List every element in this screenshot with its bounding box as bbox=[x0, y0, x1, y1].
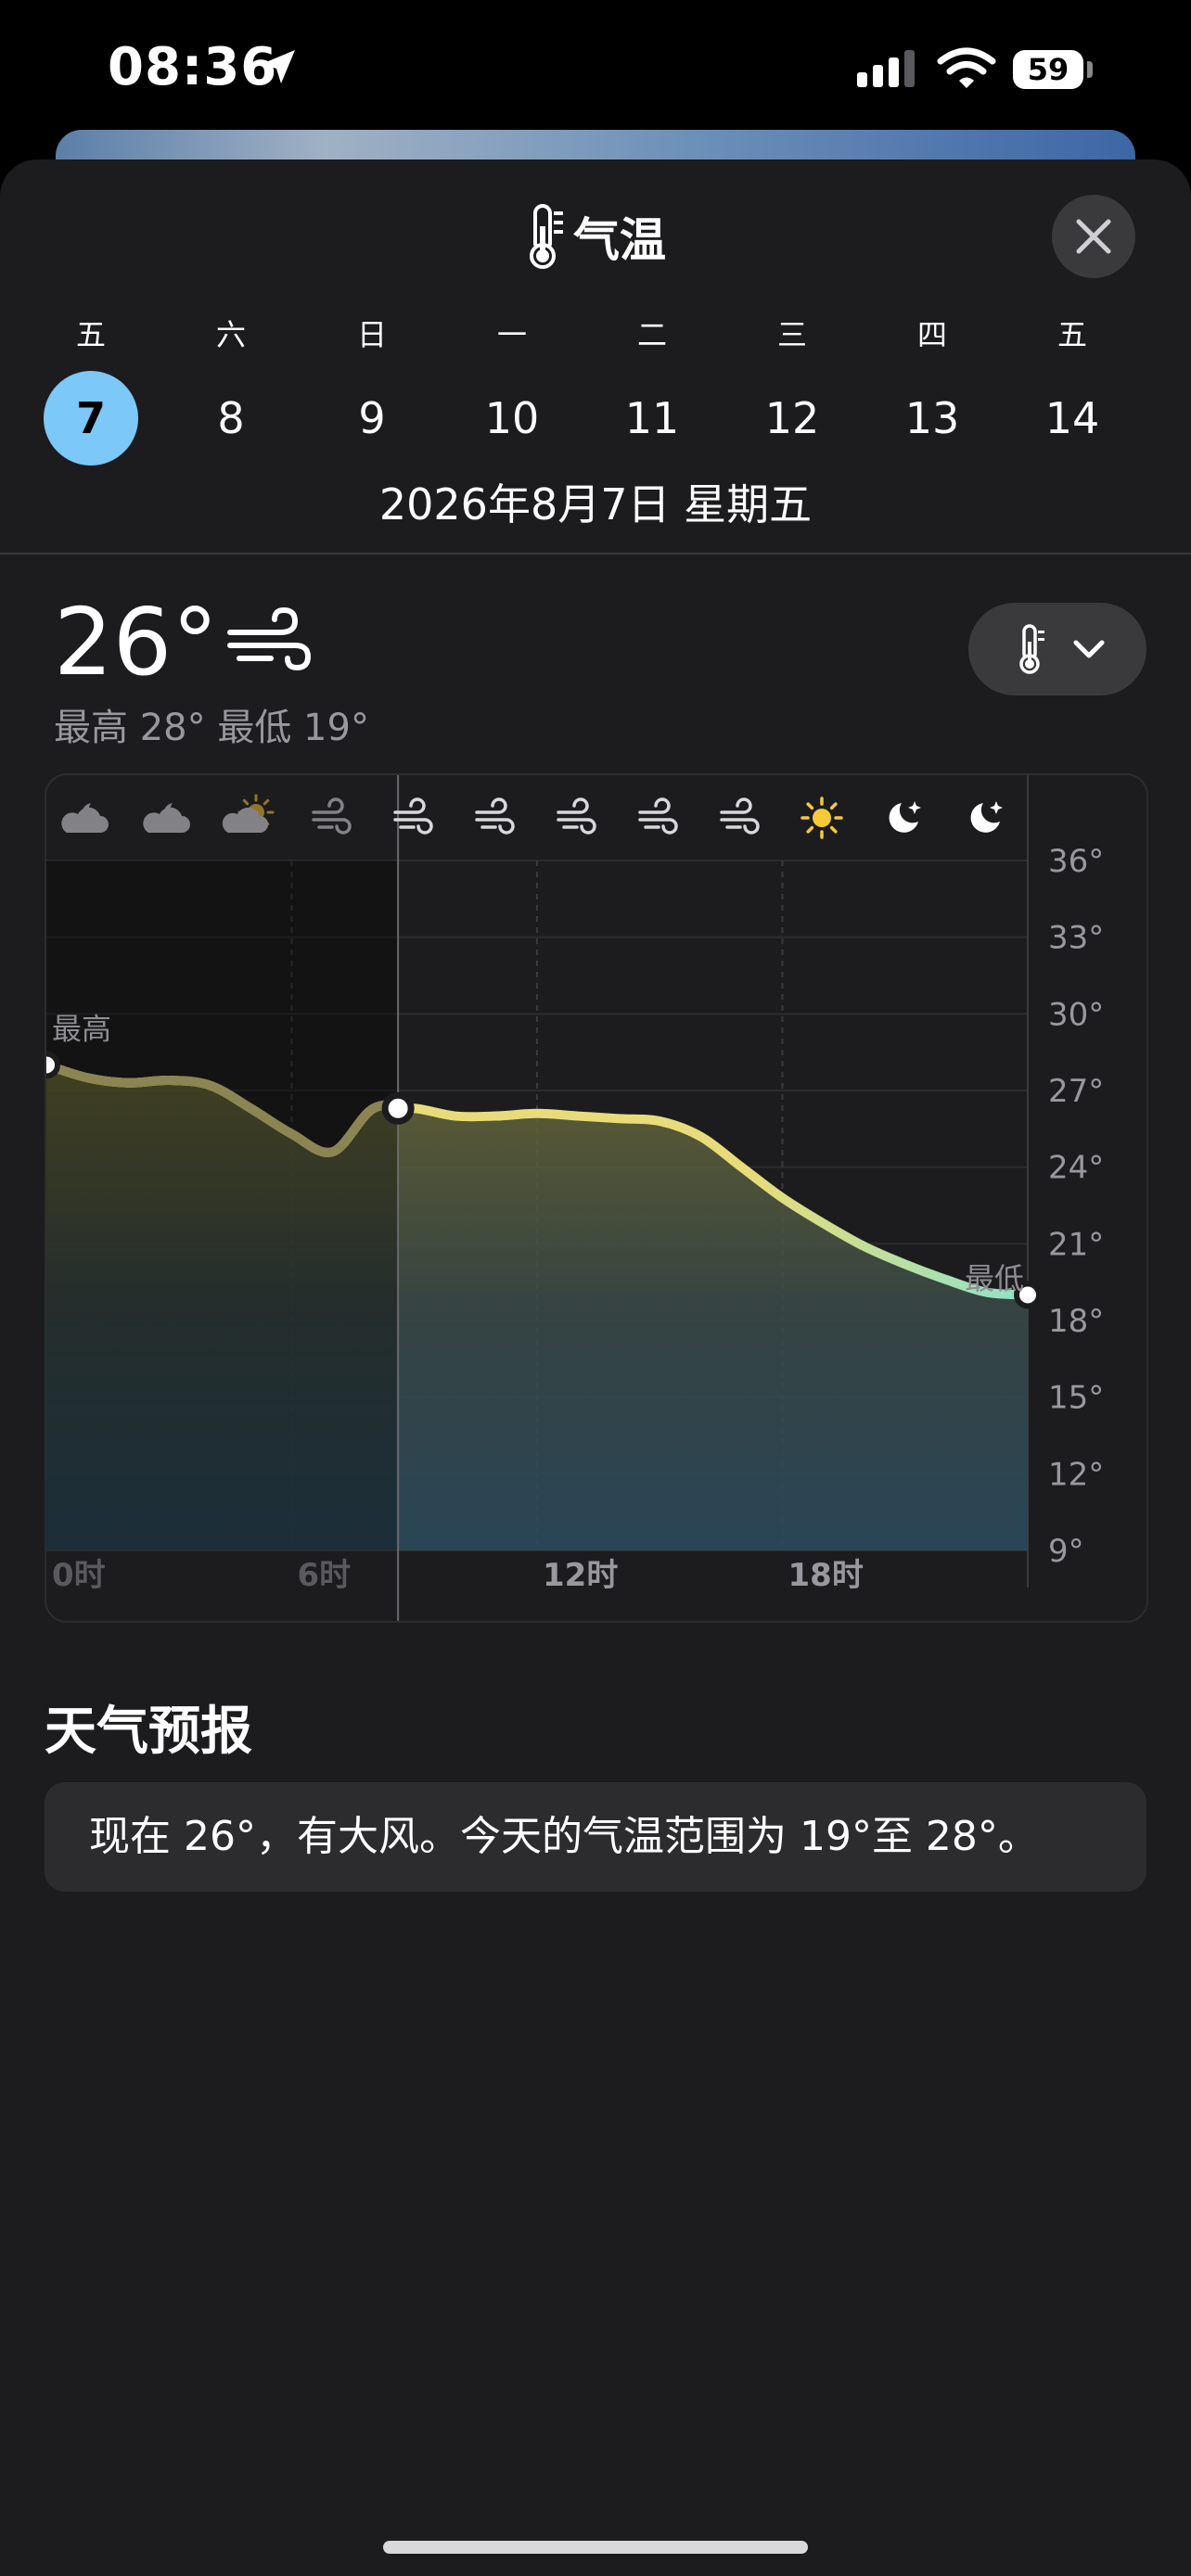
day-weekday: 五 bbox=[75, 317, 106, 352]
chevron-down-icon bbox=[1073, 640, 1105, 658]
y-tick-label: 36° bbox=[1048, 843, 1104, 880]
forecast-section-title: 天气预报 bbox=[45, 1702, 252, 1762]
y-tick-label: 33° bbox=[1048, 920, 1104, 957]
low-annotation: 最低 bbox=[965, 1261, 1024, 1296]
past-overlay bbox=[46, 861, 399, 1550]
wind-icon bbox=[475, 797, 515, 835]
cellular-signal-icon bbox=[857, 50, 915, 87]
wind-icon bbox=[393, 797, 433, 835]
x-tick-label: 12时 bbox=[543, 1557, 618, 1594]
y-tick-label: 21° bbox=[1048, 1226, 1104, 1263]
y-tick-label: 15° bbox=[1048, 1380, 1104, 1417]
sheet-title: 气温 bbox=[0, 202, 1191, 271]
wind-icon bbox=[312, 797, 352, 835]
chart-canvas: 最高最低 36° 33° 30° 27° 24° 21° 18° 15° 12° 9° 0时 6时 12时… bbox=[46, 775, 1104, 1621]
thermometer-icon bbox=[530, 204, 563, 269]
high-marker bbox=[46, 1051, 60, 1079]
page-title: 气温 bbox=[573, 213, 666, 267]
close-button[interactable] bbox=[1052, 195, 1135, 278]
day-number-selected: 7 bbox=[44, 371, 138, 465]
status-time: 08:36 bbox=[108, 37, 278, 97]
status-bar: 08:36 59 bbox=[0, 0, 1191, 139]
day-weekday: 四 bbox=[916, 317, 947, 352]
sun-icon bbox=[800, 797, 843, 839]
home-indicator[interactable] bbox=[383, 2541, 808, 2554]
battery-level: 59 bbox=[1013, 50, 1083, 89]
moon-stars-icon bbox=[970, 801, 1003, 833]
high-annotation: 最高 bbox=[52, 1011, 111, 1046]
temperature-chart[interactable]: 最高最低 36° 33° 30° 27° 24° 21° 18° 15° 12° 9° 0时 6时 12时… bbox=[45, 773, 1148, 1623]
x-tick-label: 6时 bbox=[298, 1557, 352, 1594]
thermometer-icon bbox=[1019, 624, 1044, 674]
y-tick-label: 27° bbox=[1048, 1073, 1104, 1110]
day-number: 13 bbox=[904, 393, 960, 443]
day-number: 9 bbox=[358, 393, 386, 443]
day-number: 14 bbox=[1044, 393, 1100, 443]
current-temperature: 26° bbox=[54, 588, 219, 696]
day-number: 11 bbox=[624, 393, 680, 443]
day-weekday: 日 bbox=[356, 317, 387, 352]
current-temperature-marker[interactable] bbox=[381, 1091, 415, 1125]
day-weekday: 二 bbox=[636, 317, 667, 352]
moon-stars-icon bbox=[889, 801, 921, 833]
wind-icon bbox=[227, 606, 312, 671]
wind-icon bbox=[720, 797, 760, 835]
wifi-icon bbox=[937, 47, 996, 88]
moon-cloud-icon bbox=[61, 803, 109, 833]
y-tick-label: 12° bbox=[1048, 1456, 1104, 1493]
y-tick-label: 30° bbox=[1048, 996, 1104, 1033]
day-weekday: 一 bbox=[496, 317, 527, 352]
day-number: 10 bbox=[484, 393, 540, 443]
x-tick-label: 0时 bbox=[52, 1557, 106, 1594]
battery-tip bbox=[1087, 61, 1093, 78]
day-weekday: 三 bbox=[776, 317, 807, 352]
close-icon bbox=[1076, 219, 1111, 254]
day-weekday: 五 bbox=[1057, 317, 1087, 352]
x-tick-label: 18时 bbox=[788, 1557, 864, 1594]
sun-cloud-icon bbox=[222, 794, 275, 833]
high-low-temperature: 最高 28° 最低 19° bbox=[54, 707, 369, 749]
day-number: 8 bbox=[217, 393, 245, 443]
moon-cloud-icon bbox=[143, 803, 190, 833]
location-arrow-icon bbox=[262, 50, 295, 83]
y-tick-label: 9° bbox=[1048, 1533, 1084, 1570]
forecast-summary: 现在 26°，有大风。今天的气温范围为 19°至 28°。 bbox=[45, 1782, 1146, 1892]
wind-icon bbox=[557, 797, 596, 835]
metric-selector-button[interactable] bbox=[968, 603, 1146, 695]
divider bbox=[0, 553, 1191, 555]
day-weekday: 六 bbox=[215, 317, 246, 352]
y-tick-label: 18° bbox=[1048, 1303, 1104, 1340]
day-number: 12 bbox=[764, 393, 820, 443]
selected-date: 2026年8月7日 星期五 bbox=[378, 479, 813, 529]
wind-icon bbox=[638, 797, 678, 835]
y-tick-label: 24° bbox=[1048, 1150, 1104, 1187]
